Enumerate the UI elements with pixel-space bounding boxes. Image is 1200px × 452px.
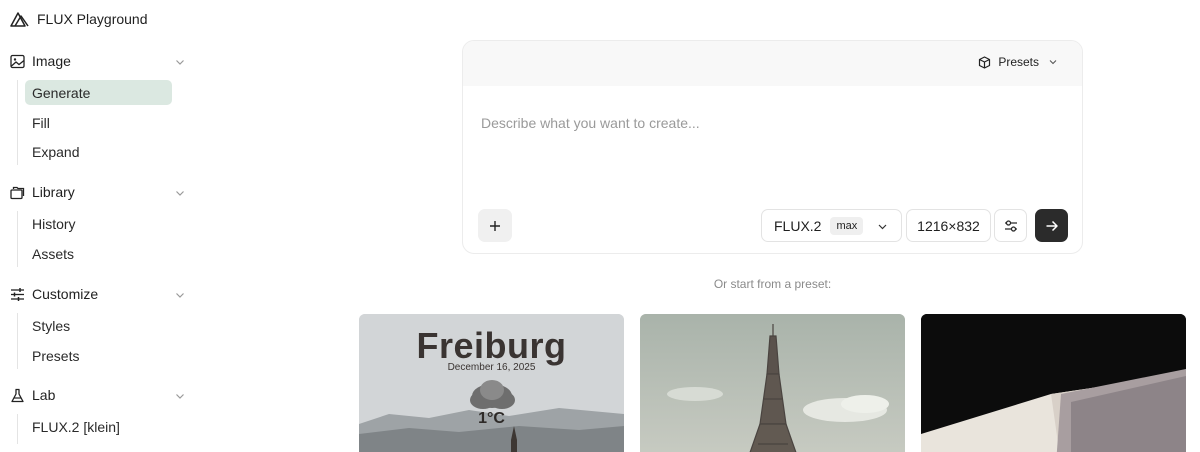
preset-hint: Or start from a preset: [713,277,832,291]
section-title: Library [32,184,75,200]
sliders-icon [10,287,25,302]
settings-button[interactable] [994,209,1027,242]
section-customize[interactable]: Customize [10,283,186,305]
preset-city: Freiburg [416,325,567,366]
presets-dropdown[interactable]: Presets [978,55,1058,69]
sidebar: FLUX Playground Image Generate Fill Expa… [0,0,200,452]
sidebar-item-fill[interactable]: Fill [25,110,172,135]
tree-line [17,313,18,369]
model-select[interactable]: FLUX.2 max [761,209,902,242]
model-variant-badge: max [830,216,864,235]
model-name: FLUX.2 [774,217,822,234]
tree-line [17,414,18,444]
sidebar-item-generate[interactable]: Generate [25,80,172,105]
adjustments-icon [1004,219,1017,232]
cube-icon [979,55,991,69]
app-title: FLUX Playground [37,11,148,27]
section-lab[interactable]: Lab [10,384,186,406]
add-image-button[interactable] [478,209,512,242]
preset-tile-eiffel[interactable] [640,314,905,452]
abstract-preset-image [921,314,1186,452]
section-library[interactable]: Library [10,181,186,203]
chevron-down-icon [174,288,186,300]
chevron-down-icon [1049,60,1057,65]
folders-icon [10,185,25,200]
chevron-down-icon [174,55,186,67]
prompt-card-header: Presets [463,41,1082,86]
chevron-down-icon [174,186,186,198]
eiffel-tower-preset-image [640,314,905,452]
arrow-right-icon [1046,220,1058,231]
section-title: Customize [32,286,99,302]
sidebar-item-presets[interactable]: Presets [25,343,172,368]
chevron-down-icon [174,389,186,401]
preset-tile-weather[interactable]: Freiburg December 16, 2025 1°C [359,314,624,452]
presets-label: Presets [998,55,1039,69]
section-image[interactable]: Image [10,50,186,72]
submit-button[interactable] [1035,209,1068,242]
flask-icon [10,388,25,403]
sidebar-item-assets[interactable]: Assets [25,241,172,266]
image-icon [10,54,25,69]
brand[interactable]: FLUX Playground [10,11,148,27]
size-button[interactable]: 1216×832 [906,209,991,242]
chevron-down-icon [878,224,887,230]
prompt-card: Presets FLUX.2 max 1216×832 [462,40,1083,254]
preset-date: December 16, 2025 [447,362,536,373]
plus-icon [490,220,500,231]
prompt-input[interactable] [481,103,1066,143]
preset-temperature: 1°C [478,410,505,427]
tree-line [17,80,18,165]
section-title: Lab [32,387,56,403]
tree-line [17,211,18,267]
sidebar-item-expand[interactable]: Expand [25,139,172,164]
section-title: Image [32,53,71,69]
sidebar-item-styles[interactable]: Styles [25,313,172,338]
sidebar-item-history[interactable]: History [25,211,172,236]
preset-tile-abstract[interactable] [921,314,1186,452]
flux-logo-icon [10,12,29,27]
sidebar-item-flux2-klein[interactable]: FLUX.2 [klein] [25,414,172,439]
